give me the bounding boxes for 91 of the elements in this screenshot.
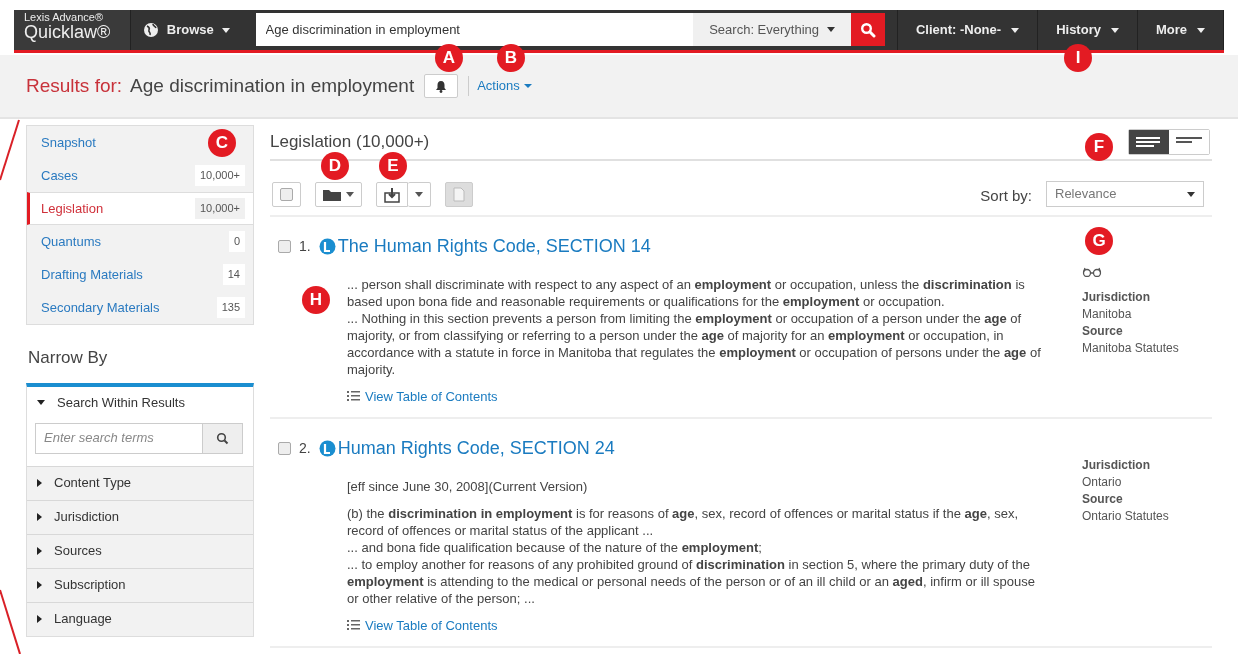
caret-icon <box>1011 27 1020 33</box>
download-options-button[interactable] <box>408 182 431 207</box>
search-icon <box>860 21 877 38</box>
full-view-button[interactable] <box>1129 130 1169 154</box>
list-icon <box>347 391 360 402</box>
download-icon <box>384 186 400 203</box>
checkbox[interactable] <box>278 442 291 455</box>
caret-icon <box>221 27 230 33</box>
category-item[interactable]: Secondary Materials 135 <box>27 291 253 324</box>
checkbox[interactable] <box>278 240 291 253</box>
caret-icon <box>37 400 45 405</box>
result-title-link[interactable]: Human Rights Code, SECTION 24 <box>318 435 615 462</box>
filter-section[interactable]: Subscription <box>27 567 253 602</box>
filter-section[interactable]: Sources <box>27 533 253 568</box>
download-button[interactable] <box>376 182 408 207</box>
snippet-text: ... to employ another for reasons of any prohibited ground of discrimination in section 5, where the primary duty of the employment is attending to the medical or personal needs of the person or of an ill child or an aged, infirm or ill spouse or other relative of the person; ... <box>347 556 1036 607</box>
snippet-text: ... and bona fide qualification because of the nature of the employment; <box>347 539 763 556</box>
sort-dropdown[interactable]: Relevance <box>1046 181 1204 207</box>
count-badge: 10,000+ <box>194 198 245 219</box>
snippet-text: ... person shall discriminate with respect to any aspect of an employment or occupation, unless the discrimination is based upon bona fide and reasonable requirements or qualifications for the employment or occupation. <box>347 276 1026 310</box>
version-note: [eff since June 30, 2008](Current Version) <box>347 478 589 495</box>
alert-button[interactable] <box>424 74 459 98</box>
table-of-contents-link[interactable]: View Table of Contents <box>347 617 498 634</box>
count-badge: 14 <box>222 264 245 285</box>
folder-button[interactable] <box>315 182 362 207</box>
sort-label: Sort by: <box>980 185 1032 206</box>
search-scope-dropdown[interactable]: Search: Everything <box>692 13 852 46</box>
meta-value: Ontario <box>1082 474 1123 491</box>
result-title-link[interactable]: The Human Rights Code, SECTION 14 <box>318 233 651 260</box>
search-field[interactable]: Age discrimination in employment <box>255 13 693 46</box>
meta-label: Jurisdiction <box>1082 457 1151 474</box>
category-item[interactable]: Legislation 10,000+ <box>27 192 253 225</box>
result-number: 1. <box>299 237 311 256</box>
expand-arrow-icon <box>37 615 42 623</box>
expand-arrow-icon <box>37 479 42 487</box>
meta-value: Ontario Statutes <box>1082 508 1170 525</box>
callout-marker: H <box>302 286 330 314</box>
list-icon <box>347 620 360 631</box>
snippet-text: ... Nothing in this section prevents a person from limiting the employment or occupation of a person under the age of majority, or from classifying or referring to a person under the age of majority for an employment or occupation, in accordance with a statute in force in Manitoba that regulates the employment or occupation of persons under the age of majority. <box>347 310 1042 378</box>
expand-arrow-icon <box>37 513 42 521</box>
caret-icon <box>523 84 532 88</box>
meta-value: Manitoba <box>1082 306 1133 323</box>
leader-line <box>0 119 20 181</box>
caret-icon <box>1187 191 1195 197</box>
result-number: 2. <box>299 439 311 458</box>
document-icon <box>453 187 465 202</box>
caret-icon <box>1110 27 1119 33</box>
results-title: Legislation (10,000+) <box>270 131 430 154</box>
bell-icon <box>435 79 448 93</box>
expand-arrow-icon <box>37 547 42 555</box>
category-item[interactable]: Drafting Materials 14 <box>27 258 253 291</box>
caret-icon <box>1197 27 1205 33</box>
meta-label: Jurisdiction <box>1082 289 1151 306</box>
search-button[interactable] <box>203 422 243 454</box>
callout-marker: F <box>1085 133 1113 161</box>
filter-section[interactable]: Jurisdiction <box>27 499 253 534</box>
search-button[interactable] <box>851 13 886 46</box>
search-within-field[interactable]: Enter search terms <box>35 422 203 454</box>
logo[interactable]: Lexis Advance® Quicklaw® <box>14 10 131 50</box>
search-icon <box>216 431 229 445</box>
callout-marker: G <box>1085 227 1113 255</box>
caret-icon <box>827 27 836 32</box>
actions-menu[interactable]: Actions <box>468 76 532 96</box>
count-badge: 10,000+ <box>194 165 245 186</box>
leader-line <box>0 589 21 654</box>
search-query: Age discrimination in employment <box>130 73 415 98</box>
text-lines-icon <box>1135 136 1163 148</box>
count-badge: 135 <box>216 297 245 318</box>
table-of-contents-link[interactable]: View Table of Contents <box>347 388 498 405</box>
count-badge: 0 <box>228 231 245 252</box>
callout-marker: D <box>321 152 349 180</box>
meta-label: Source <box>1082 491 1124 508</box>
globe-icon <box>142 22 159 38</box>
caret-icon <box>346 192 354 197</box>
expand-arrow-icon <box>37 581 42 589</box>
results-label: Results for: <box>26 73 123 98</box>
category-item[interactable]: Quantums 0 <box>27 225 253 258</box>
caret-icon <box>415 192 423 197</box>
section-title: Narrow By <box>28 347 109 369</box>
legislation-icon <box>318 440 336 457</box>
meta-label: Source <box>1082 323 1124 340</box>
meta-value: Manitoba Statutes <box>1082 340 1180 357</box>
callout-marker: E <box>379 152 407 180</box>
checkbox-icon <box>280 188 293 201</box>
filter-section[interactable]: Language <box>27 601 253 636</box>
legislation-icon <box>318 238 336 255</box>
snippet-text: (b) the discrimination in employment is for reasons of age, sex, record of offences or marital status if the age, sex, record of offences or marital status of the applicant ... <box>347 505 1019 539</box>
category-item[interactable]: Cases 10,000+ <box>27 159 253 192</box>
folder-icon <box>323 188 341 201</box>
glasses-icon[interactable] <box>1082 267 1102 277</box>
filter-section[interactable]: Content Type <box>27 465 253 500</box>
